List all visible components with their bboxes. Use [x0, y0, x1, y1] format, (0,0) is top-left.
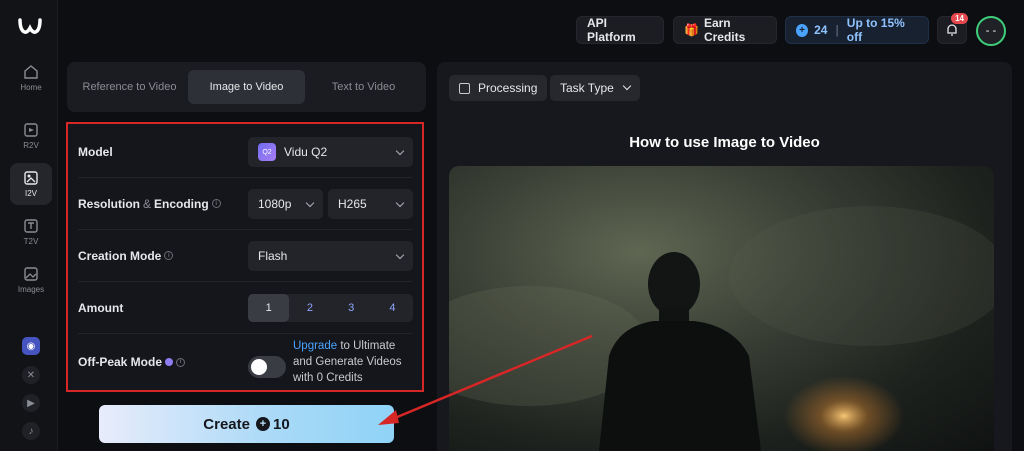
upgrade-message: Upgrade to Ultimate and Generate Videos …	[293, 340, 402, 384]
howto-title: How to use Image to Video	[629, 134, 820, 151]
sidebar-item-label: Images	[17, 285, 45, 294]
man-silhouette-image	[449, 206, 994, 451]
sidebar-item-label: I2V	[24, 189, 37, 198]
credits-upgrade-button[interactable]: + 24 | Up to 15% off	[785, 16, 929, 44]
youtube-icon[interactable]: ▶	[22, 394, 40, 412]
model-label: Model	[78, 144, 113, 159]
task-type-dropdown[interactable]: Task Type	[550, 75, 640, 101]
chevron-down-icon	[395, 198, 405, 208]
resolution-select[interactable]: 1080p	[248, 189, 323, 219]
r2v-icon	[24, 123, 38, 137]
api-platform-button[interactable]: API Platform	[576, 16, 664, 44]
tab-reference-to-video[interactable]: Reference to Video	[71, 70, 188, 104]
amount-selector: 1 2 3 4	[248, 294, 413, 322]
credit-coin-icon: +	[796, 23, 809, 37]
discord-icon[interactable]: ◉	[22, 337, 40, 355]
info-icon[interactable]: i	[211, 199, 221, 208]
notification-button[interactable]: 14	[937, 13, 968, 44]
credit-coin-icon: +	[256, 417, 270, 431]
amount-option-3[interactable]: 3	[331, 294, 372, 322]
preview-panel: Processing Task Type How to use Image to…	[437, 62, 1012, 451]
amount-option-1[interactable]: 1	[248, 294, 290, 322]
creation-mode-row: Creation Mode i Flash	[78, 230, 413, 282]
checkbox-icon	[459, 82, 470, 94]
home-icon	[24, 65, 38, 79]
creation-mode-select[interactable]: Flash	[248, 241, 413, 271]
off-peak-label: Off-Peak Mode i	[78, 355, 186, 369]
chevron-down-icon	[395, 250, 405, 260]
mode-tabs: Reference to Video Image to Video Text t…	[67, 62, 426, 112]
sidebar-item-t2v[interactable]: T2V	[10, 211, 52, 253]
model-badge-icon: Q2	[258, 143, 276, 161]
off-peak-row: Off-Peak Mode i Upgrade to Ultimate and …	[78, 334, 412, 390]
model-select[interactable]: Q2 Vidu Q2	[248, 137, 413, 167]
amount-row: Amount 1 2 3 4	[78, 282, 413, 334]
images-icon	[24, 267, 38, 281]
sidebar-item-label: R2V	[23, 141, 39, 150]
resolution-label: Resolution & Encoding i	[78, 197, 221, 211]
off-peak-toggle[interactable]	[248, 356, 286, 378]
tiktok-icon[interactable]: ♪	[22, 422, 40, 440]
info-icon[interactable]: i	[164, 251, 174, 260]
tab-image-to-video[interactable]: Image to Video	[188, 70, 305, 104]
resolution-row: Resolution & Encoding i 1080p H265	[78, 178, 413, 230]
vidu-logo-icon[interactable]	[17, 14, 43, 40]
settings-panel: Model Q2 Vidu Q2 Resolution & Encoding i…	[66, 122, 424, 392]
amount-option-4[interactable]: 4	[372, 294, 413, 322]
discount-label: Up to 15% off	[846, 16, 905, 44]
create-cost: 10	[273, 415, 290, 433]
info-icon[interactable]: i	[176, 357, 186, 367]
notification-badge: 14	[951, 13, 968, 24]
tab-text-to-video[interactable]: Text to Video	[305, 70, 422, 104]
sidebar-item-label: Home	[20, 83, 42, 92]
create-button[interactable]: Create + 10	[99, 405, 394, 443]
t2v-icon	[24, 219, 38, 233]
chevron-down-icon	[622, 81, 632, 91]
upgrade-link[interactable]: Upgrade	[293, 340, 337, 352]
x-icon[interactable]: ✕	[22, 366, 40, 384]
processing-filter[interactable]: Processing	[449, 75, 548, 101]
model-row: Model Q2 Vidu Q2	[78, 126, 413, 178]
gift-icon: 🎁	[684, 23, 699, 37]
chevron-down-icon	[305, 198, 315, 208]
chevron-down-icon	[395, 146, 405, 156]
sidebar-item-i2v[interactable]: I2V	[10, 163, 52, 205]
amount-label: Amount	[78, 300, 124, 315]
pro-icon	[165, 358, 174, 366]
i2v-icon	[24, 171, 38, 185]
sidebar: Home R2V I2V T2V Images ◉ ✕ ▶ ♪	[0, 0, 58, 451]
avatar[interactable]: - -	[976, 16, 1006, 46]
sidebar-item-images[interactable]: Images	[10, 259, 52, 301]
example-video-preview[interactable]	[449, 166, 994, 451]
creation-mode-label: Creation Mode i	[78, 249, 174, 263]
amount-option-2[interactable]: 2	[289, 294, 330, 322]
earn-credits-button[interactable]: 🎁 Earn Credits	[673, 16, 777, 44]
sidebar-item-label: T2V	[23, 237, 39, 246]
sidebar-item-r2v[interactable]: R2V	[10, 115, 52, 157]
sidebar-item-home[interactable]: Home	[10, 57, 52, 99]
bell-icon	[947, 24, 957, 36]
credit-balance: 24	[814, 23, 828, 37]
encoding-select[interactable]: H265	[328, 189, 413, 219]
